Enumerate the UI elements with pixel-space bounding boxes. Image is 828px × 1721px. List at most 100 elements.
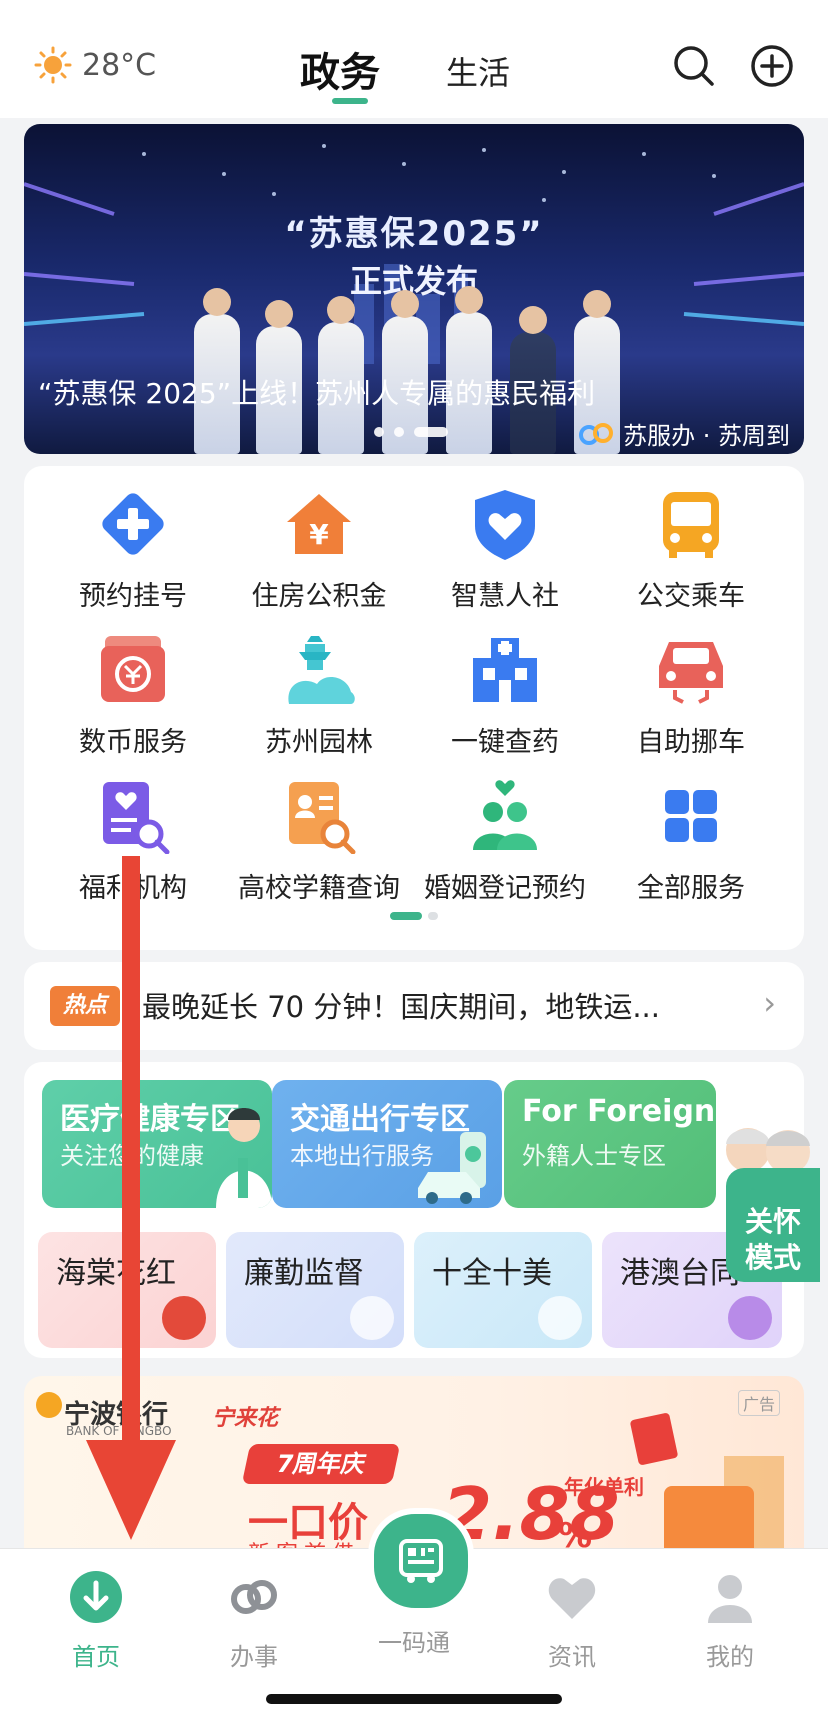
hot-news-bar[interactable]: 热点 最晚延长 70 分钟！国庆期间，地铁运... › [24, 962, 804, 1050]
ev-charging-illustration-icon [418, 1132, 486, 1204]
service-label: 智慧人社 [451, 581, 559, 612]
service-housing-fund[interactable]: ¥ 住房公积金 [224, 486, 414, 613]
nav-home[interactable]: 首页 [36, 1569, 156, 1672]
zone-integrity[interactable]: 廉勤监督 [226, 1232, 404, 1348]
service-label: 公交乘车 [637, 581, 745, 612]
zone-subtitle: 本地出行服务 [290, 1142, 434, 1170]
service-digital-currency[interactable]: 数币服务 [38, 632, 228, 759]
service-label: 自助挪车 [637, 727, 745, 758]
nav-label: 一码通 [378, 1629, 450, 1657]
ad-bank-english: BANK OF NINGBO [66, 1424, 172, 1438]
service-label: 预约挂号 [79, 581, 187, 612]
nav-label: 资讯 [548, 1643, 596, 1671]
service-label: 一键查药 [451, 727, 559, 758]
house-yuan-icon: ¥ [287, 494, 351, 554]
search-icon[interactable] [672, 44, 716, 88]
digital-currency-icon [101, 636, 165, 702]
logo-knot-icon [579, 422, 614, 445]
weather-widget[interactable]: 28°C [34, 46, 156, 84]
service-label: 住房公积金 [251, 581, 387, 612]
nav-news[interactable]: 资讯 [512, 1569, 632, 1672]
qr-bus-icon [399, 1539, 443, 1583]
nav-mine[interactable]: 我的 [670, 1569, 790, 1672]
care-mode-button[interactable]: 关怀 模式 [726, 1168, 820, 1282]
service-student-records[interactable]: 高校学籍查询 [224, 778, 414, 905]
nav-label: 我的 [706, 1643, 754, 1671]
banner-source-text: 苏服办 · 苏周到 [623, 422, 790, 450]
ad-product-name: 宁来花 [212, 1406, 279, 1431]
service-appointment[interactable]: 预约挂号 [38, 486, 228, 613]
page-dot-active [390, 912, 422, 920]
service-drug-lookup[interactable]: 一键查药 [410, 632, 600, 759]
zone-title: 十全十美 [432, 1256, 552, 1291]
download-circle-icon [70, 1571, 122, 1623]
zone-transport[interactable]: 交通出行专区 本地出行服务 [272, 1080, 502, 1208]
bus-icon [663, 492, 719, 558]
zones-card: 医疗健康专区 关注您的健康 交通出行专区 本地出行服务 For Foreigne… [24, 1062, 804, 1358]
zone-subtitle: 外籍人士专区 [522, 1142, 666, 1170]
couple-heart-icon [473, 780, 537, 850]
heart-icon [548, 1578, 596, 1619]
service-bus[interactable]: 公交乘车 [596, 486, 786, 613]
bauhinia-badge-icon [728, 1296, 772, 1340]
service-label: 苏州园林 [265, 727, 373, 758]
service-all[interactable]: 全部服务 [596, 778, 786, 905]
service-label: 高校学籍查询 [238, 873, 400, 904]
pagoda-icon [288, 636, 355, 704]
tab-life[interactable]: 生活 [446, 48, 510, 94]
service-social-security[interactable]: 智慧人社 [410, 486, 600, 613]
gift-illustration-icon [630, 1413, 784, 1556]
hot-tag: 热点 [50, 986, 120, 1026]
sun-icon [34, 46, 72, 84]
care-mode-label-1: 关怀 [744, 1205, 801, 1238]
tab-government[interactable]: 政务 [300, 40, 380, 98]
one-code-button[interactable] [368, 1508, 474, 1614]
carousel-dot-active [414, 427, 448, 437]
zone-title: 港澳台同 [620, 1256, 740, 1291]
hospital-icon [473, 638, 537, 702]
svg-text:¥: ¥ [309, 518, 329, 551]
student-card-search-icon [289, 782, 356, 855]
care-mode-label-2: 模式 [744, 1241, 801, 1274]
service-label: 数币服务 [79, 727, 187, 758]
page-dot [428, 912, 438, 920]
logo-knot-icon [231, 1580, 277, 1614]
nav-label: 首页 [72, 1643, 120, 1671]
service-marriage-registration[interactable]: 婚姻登记预约 [410, 778, 600, 905]
hot-news-text: 最晚延长 70 分钟！国庆期间，地铁运... [142, 990, 660, 1024]
doctor-illustration-icon [216, 1108, 272, 1208]
service-move-car[interactable]: 自助挪车 [596, 632, 786, 759]
bank-logo-icon [36, 1392, 62, 1418]
carousel-dot [374, 427, 384, 437]
services-page-indicator [390, 912, 438, 920]
nav-services[interactable]: 办事 [194, 1569, 314, 1672]
banner-caption: “苏惠保 2025”上线！苏州人专属的惠民福利 [38, 377, 596, 410]
shield-heart-icon [475, 490, 535, 560]
chevron-right-icon: › [763, 984, 776, 1022]
home-indicator [266, 1694, 562, 1704]
zone-medical[interactable]: 医疗健康专区 关注您的健康 [42, 1080, 272, 1208]
service-label: 全部服务 [637, 873, 745, 904]
grid-icon [665, 790, 717, 842]
temperature-text: 28°C [82, 47, 157, 83]
car-icon [659, 642, 723, 704]
nav-code[interactable]: 一码通 [354, 1615, 474, 1658]
zone-title: For Foreigners [522, 1094, 716, 1129]
nav-label: 办事 [230, 1643, 278, 1671]
annotation-arrow-shaft [122, 856, 140, 1476]
carousel-indicator [374, 427, 448, 437]
banner-source: 苏服办 · 苏周到 [577, 416, 790, 451]
zone-foreigners[interactable]: For Foreigners 外籍人士专区 [504, 1080, 716, 1208]
zone-title: 海棠花红 [56, 1256, 176, 1291]
add-circle-icon[interactable] [750, 44, 794, 88]
promo-banner[interactable]: “苏惠保2025” 正式发布 “苏惠保 2025”上线！苏州人专属的惠民福利 苏… [24, 124, 804, 454]
ad-ribbon: 7周年庆 [241, 1444, 401, 1484]
user-icon [708, 1575, 752, 1623]
active-tab-indicator [332, 98, 368, 104]
banner-headline: “苏惠保2025” [284, 214, 544, 254]
service-gardens[interactable]: 苏州园林 [224, 632, 414, 759]
zone-perfect[interactable]: 十全十美 [414, 1232, 592, 1348]
zone-title: 廉勤监督 [244, 1256, 364, 1291]
service-label: 婚姻登记预约 [424, 873, 586, 904]
carousel-dot [394, 427, 404, 437]
